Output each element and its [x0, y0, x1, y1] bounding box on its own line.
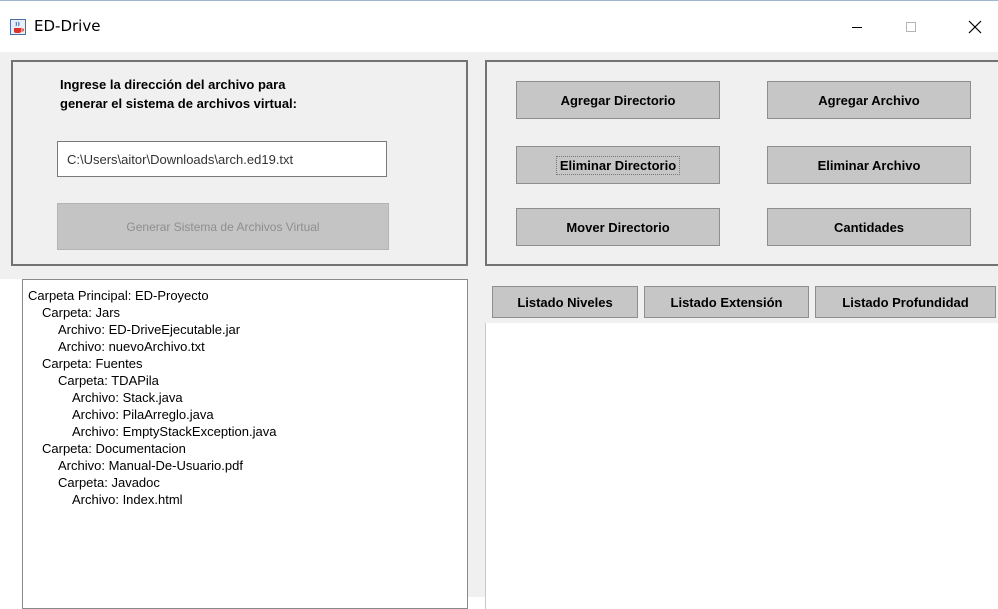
list-levels-button[interactable]: Listado Niveles	[492, 286, 638, 318]
list-depth-button[interactable]: Listado Profundidad	[815, 286, 996, 318]
tree-left-margin	[0, 279, 22, 609]
file-input-panel: Ingrese la dirección del archivo para ge…	[11, 60, 468, 266]
maximize-icon	[906, 22, 916, 32]
list-extension-button[interactable]: Listado Extensión	[644, 286, 809, 318]
tree-item-file[interactable]: Archivo: Manual-De-Usuario.pdf	[58, 457, 243, 474]
file-path-input[interactable]	[57, 141, 387, 177]
add-directory-button[interactable]: Agregar Directorio	[516, 81, 720, 119]
instruction-text-line2: generar el sistema de archivos virtual:	[60, 96, 297, 111]
java-cup-icon[interactable]	[10, 19, 26, 35]
tree-item-folder[interactable]: Carpeta: Javadoc	[58, 474, 160, 491]
tree-item-file[interactable]: Archivo: Index.html	[72, 491, 183, 508]
delete-directory-label: Eliminar Directorio	[555, 155, 681, 175]
instruction-text-line1: Ingrese la dirección del archivo para	[60, 77, 286, 92]
title-bar: ED-Drive	[0, 0, 998, 52]
tree-item-file[interactable]: Archivo: Stack.java	[72, 389, 183, 406]
tree-item-folder[interactable]: Carpeta: Fuentes	[42, 355, 142, 372]
tree-item-folder[interactable]: Carpeta: Documentacion	[42, 440, 186, 457]
tree-item-folder[interactable]: Carpeta: Jars	[42, 304, 120, 321]
maximize-button[interactable]	[888, 12, 934, 42]
tree-item-file[interactable]: Archivo: ED-DriveEjecutable.jar	[58, 321, 240, 338]
minimize-icon	[852, 27, 862, 28]
counts-button[interactable]: Cantidades	[767, 208, 971, 246]
tree-item-file[interactable]: Archivo: nuevoArchivo.txt	[58, 338, 205, 355]
listing-output-area	[485, 279, 998, 609]
actions-panel: Agregar Directorio Agregar Archivo Elimi…	[485, 60, 998, 266]
minimize-button[interactable]	[834, 12, 880, 42]
add-file-button[interactable]: Agregar Archivo	[767, 81, 971, 119]
move-directory-button[interactable]: Mover Directorio	[516, 208, 720, 246]
tree-item-folder[interactable]: Carpeta: TDAPila	[58, 372, 159, 389]
close-icon	[968, 20, 982, 34]
generate-filesystem-button[interactable]: Generar Sistema de Archivos Virtual	[57, 203, 389, 250]
close-button[interactable]	[952, 12, 998, 42]
tree-item-file[interactable]: Archivo: PilaArreglo.java	[72, 406, 214, 423]
tree-item-file[interactable]: Archivo: EmptyStackException.java	[72, 423, 276, 440]
delete-file-button[interactable]: Eliminar Archivo	[767, 146, 971, 184]
window-title: ED-Drive	[34, 17, 101, 35]
delete-directory-button[interactable]: Eliminar Directorio	[516, 146, 720, 184]
main-content: Ingrese la dirección del archivo para ge…	[0, 52, 998, 609]
tree-item-root[interactable]: Carpeta Principal: ED-Proyecto	[28, 287, 209, 304]
